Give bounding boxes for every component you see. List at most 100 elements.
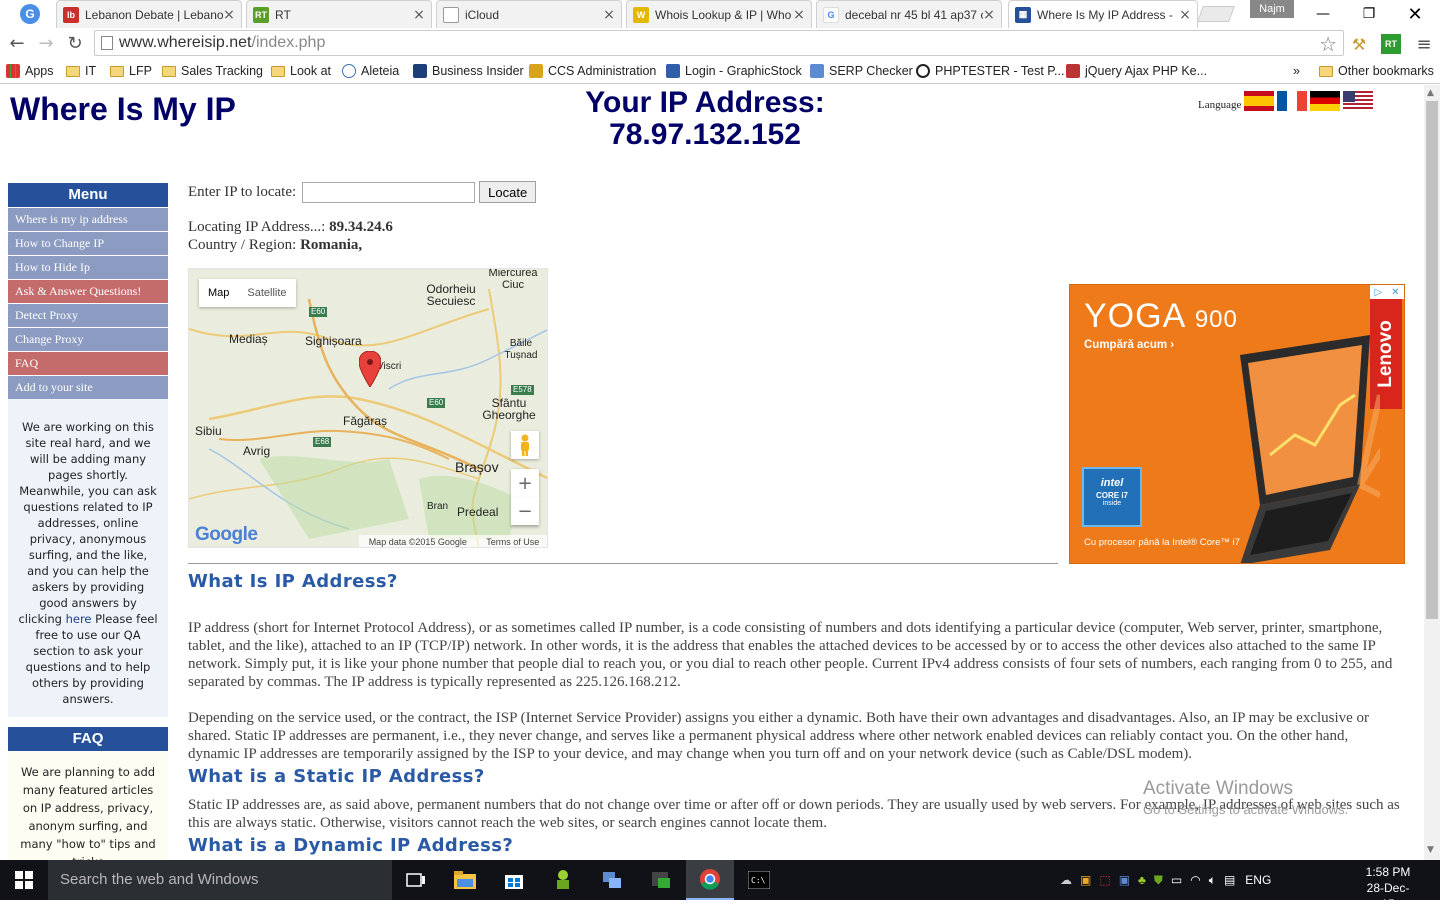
reload-icon[interactable]: ↻ bbox=[64, 32, 86, 54]
file-explorer-icon[interactable] bbox=[441, 860, 489, 900]
menu-item-faq[interactable]: FAQ bbox=[8, 351, 168, 375]
tab-close-icon[interactable]: × bbox=[223, 7, 235, 23]
location-map[interactable]: Map Satellite Miercurea Ciuc Odorheiu Se… bbox=[188, 268, 548, 548]
locate-button[interactable]: Locate bbox=[479, 181, 537, 203]
tab-close-icon[interactable]: × bbox=[603, 7, 615, 23]
forward-arrow-icon[interactable]: → bbox=[35, 32, 57, 54]
street-view-pegman-icon[interactable] bbox=[511, 431, 539, 459]
folder-icon bbox=[1319, 65, 1333, 77]
tab-5[interactable]: ▦ Where Is My IP Address - × bbox=[1008, 0, 1198, 28]
tab-close-icon[interactable]: × bbox=[793, 7, 805, 23]
tab-close-icon[interactable]: × bbox=[413, 7, 425, 23]
extension-hammer-icon[interactable]: ⚒ bbox=[1349, 34, 1369, 54]
bookmark-folder-sales[interactable]: Sales Tracking bbox=[162, 62, 263, 80]
bookmark-folder-it[interactable]: IT bbox=[66, 62, 96, 80]
menu-item-add-to-site[interactable]: Add to your site bbox=[8, 375, 168, 399]
info-here-link[interactable]: here bbox=[66, 612, 92, 626]
menu-item-change-ip[interactable]: How to Change IP bbox=[8, 231, 168, 255]
address-bar[interactable]: www.whereisip.net/index.php ☆ bbox=[94, 30, 1344, 56]
network-app-icon[interactable] bbox=[588, 860, 636, 900]
language-indicator[interactable]: ENG bbox=[1245, 873, 1271, 887]
graphicstock-icon bbox=[666, 64, 680, 78]
site-title[interactable]: Where Is My IP bbox=[10, 91, 236, 128]
scroll-down-arrow-icon[interactable]: ▼ bbox=[1427, 845, 1434, 855]
terms-of-use-link[interactable]: Terms of Use bbox=[486, 537, 539, 547]
place-label: Sighișoara bbox=[305, 334, 362, 348]
tab-close-icon[interactable]: × bbox=[1179, 7, 1191, 23]
bookmark-graphicstock[interactable]: Login - GraphicStock bbox=[666, 62, 802, 80]
tray-blue-icon[interactable]: ▣ bbox=[1119, 873, 1130, 887]
extension-rt-icon[interactable]: RT bbox=[1381, 34, 1401, 54]
close-window-icon[interactable]: ✕ bbox=[1392, 0, 1438, 28]
menu-item-ask-answer[interactable]: Ask & Answer Questions! bbox=[8, 279, 168, 303]
page-scrollbar[interactable]: ▲ ▼ bbox=[1424, 85, 1440, 860]
scrollbar-thumb[interactable] bbox=[1426, 101, 1438, 619]
bookmark-folder-look-at[interactable]: Look at bbox=[271, 62, 331, 80]
tab-title: Whois Lookup & IP | Who bbox=[655, 7, 792, 22]
windows-start-icon[interactable] bbox=[0, 860, 48, 900]
command-prompt-icon[interactable]: C:\ bbox=[735, 860, 783, 900]
ad-cta[interactable]: Cumpără acum › bbox=[1084, 339, 1174, 351]
ad-product-title: YOGA 900 bbox=[1084, 297, 1238, 336]
map-marker-icon[interactable] bbox=[359, 351, 381, 387]
other-bookmarks[interactable]: Other bookmarks bbox=[1319, 62, 1434, 80]
bookmark-jquery[interactable]: jQuery Ajax PHP Ke... bbox=[1066, 62, 1207, 80]
shield-icon[interactable]: ⛊ bbox=[1154, 873, 1163, 888]
ip-locate-input[interactable] bbox=[302, 181, 476, 203]
map-type-satellite[interactable]: Satellite bbox=[238, 279, 295, 307]
bookmark-apps[interactable]: Apps bbox=[6, 62, 54, 80]
bookmark-serp-checker[interactable]: SERP Checker bbox=[810, 62, 913, 80]
menu-item-detect-proxy[interactable]: Detect Proxy bbox=[8, 303, 168, 327]
battery-icon[interactable]: ▭ bbox=[1171, 873, 1182, 887]
tab-1[interactable]: RT RT × bbox=[246, 0, 432, 28]
bookmark-ccs[interactable]: CCS Administration bbox=[529, 62, 656, 80]
app-manager-icon[interactable] bbox=[637, 860, 685, 900]
taskbar-clock[interactable]: 1:58 PM 28-Dec-15 bbox=[1360, 864, 1416, 912]
tab-2[interactable]: iCloud × bbox=[436, 0, 622, 28]
ip-value: 78.97.132.152 bbox=[609, 118, 801, 151]
bookmark-phptester[interactable]: PHPTESTER - Test P... bbox=[916, 62, 1064, 80]
task-view-icon[interactable] bbox=[392, 860, 440, 900]
tab-4[interactable]: G decebal nr 45 bl 41 ap37 c × bbox=[816, 0, 1002, 28]
bookmark-folder-lfp[interactable]: LFP bbox=[110, 62, 152, 80]
usa-flag-icon[interactable] bbox=[1343, 91, 1374, 111]
menu-item-where-is-my-ip[interactable]: Where is my ip address bbox=[8, 207, 168, 231]
zoom-in-button[interactable]: + bbox=[511, 469, 539, 497]
ad-choices-icon[interactable]: ▷ ✕ bbox=[1370, 285, 1404, 299]
app-green-icon[interactable] bbox=[539, 860, 587, 900]
road-shield: E60 bbox=[427, 398, 446, 408]
zoom-out-button[interactable]: − bbox=[511, 497, 539, 525]
spain-flag-icon[interactable] bbox=[1244, 91, 1275, 111]
store-icon[interactable] bbox=[490, 860, 538, 900]
bookmark-business-insider[interactable]: Business Insider bbox=[413, 62, 524, 80]
lenovo-ad-banner[interactable]: ▷ ✕ YOGA 900 Cumpără acum › Lenovo intel … bbox=[1069, 284, 1405, 564]
tab-close-icon[interactable]: × bbox=[983, 7, 995, 23]
france-flag-icon[interactable] bbox=[1277, 91, 1308, 111]
bookmark-star-icon[interactable]: ☆ bbox=[1319, 32, 1337, 57]
wifi-icon[interactable]: ◠ bbox=[1190, 873, 1200, 887]
menu-item-change-proxy[interactable]: Change Proxy bbox=[8, 327, 168, 351]
tray-app-icon[interactable]: ▣ bbox=[1080, 873, 1091, 887]
germany-flag-icon[interactable] bbox=[1310, 91, 1341, 111]
bookmark-aleteia[interactable]: Aleteia bbox=[342, 62, 399, 80]
scroll-up-arrow-icon[interactable]: ▲ bbox=[1427, 88, 1434, 98]
tab-0[interactable]: lb Lebanon Debate | Lebanon × bbox=[56, 0, 242, 28]
map-type-map[interactable]: Map bbox=[199, 279, 238, 307]
onedrive-icon[interactable]: ☁ bbox=[1060, 873, 1072, 887]
taskbar-search-box[interactable]: Search the web and Windows bbox=[48, 860, 392, 900]
minimize-icon[interactable]: — bbox=[1300, 0, 1346, 28]
chrome-taskbar-icon[interactable] bbox=[686, 860, 734, 900]
restore-icon[interactable]: ❐ bbox=[1346, 0, 1392, 28]
chrome-menu-icon[interactable]: G bbox=[20, 4, 40, 24]
notification-icon[interactable]: ▤ bbox=[1224, 873, 1235, 887]
tab-3[interactable]: W Whois Lookup & IP | Who × bbox=[626, 0, 812, 28]
profile-button[interactable]: Najm bbox=[1250, 0, 1294, 18]
bookmarks-overflow-button[interactable]: » bbox=[1293, 62, 1300, 80]
chrome-menu-icon[interactable]: ≡ bbox=[1414, 34, 1434, 55]
acrobat-icon[interactable]: ⬚ bbox=[1099, 873, 1110, 887]
back-arrow-icon[interactable]: ← bbox=[6, 32, 28, 54]
new-tab-button[interactable] bbox=[1197, 6, 1235, 22]
menu-item-hide-ip[interactable]: How to Hide Ip bbox=[8, 255, 168, 279]
volume-icon[interactable]: 🔈︎ bbox=[1209, 873, 1216, 888]
tray-green-icon[interactable]: ♣ bbox=[1138, 873, 1146, 887]
